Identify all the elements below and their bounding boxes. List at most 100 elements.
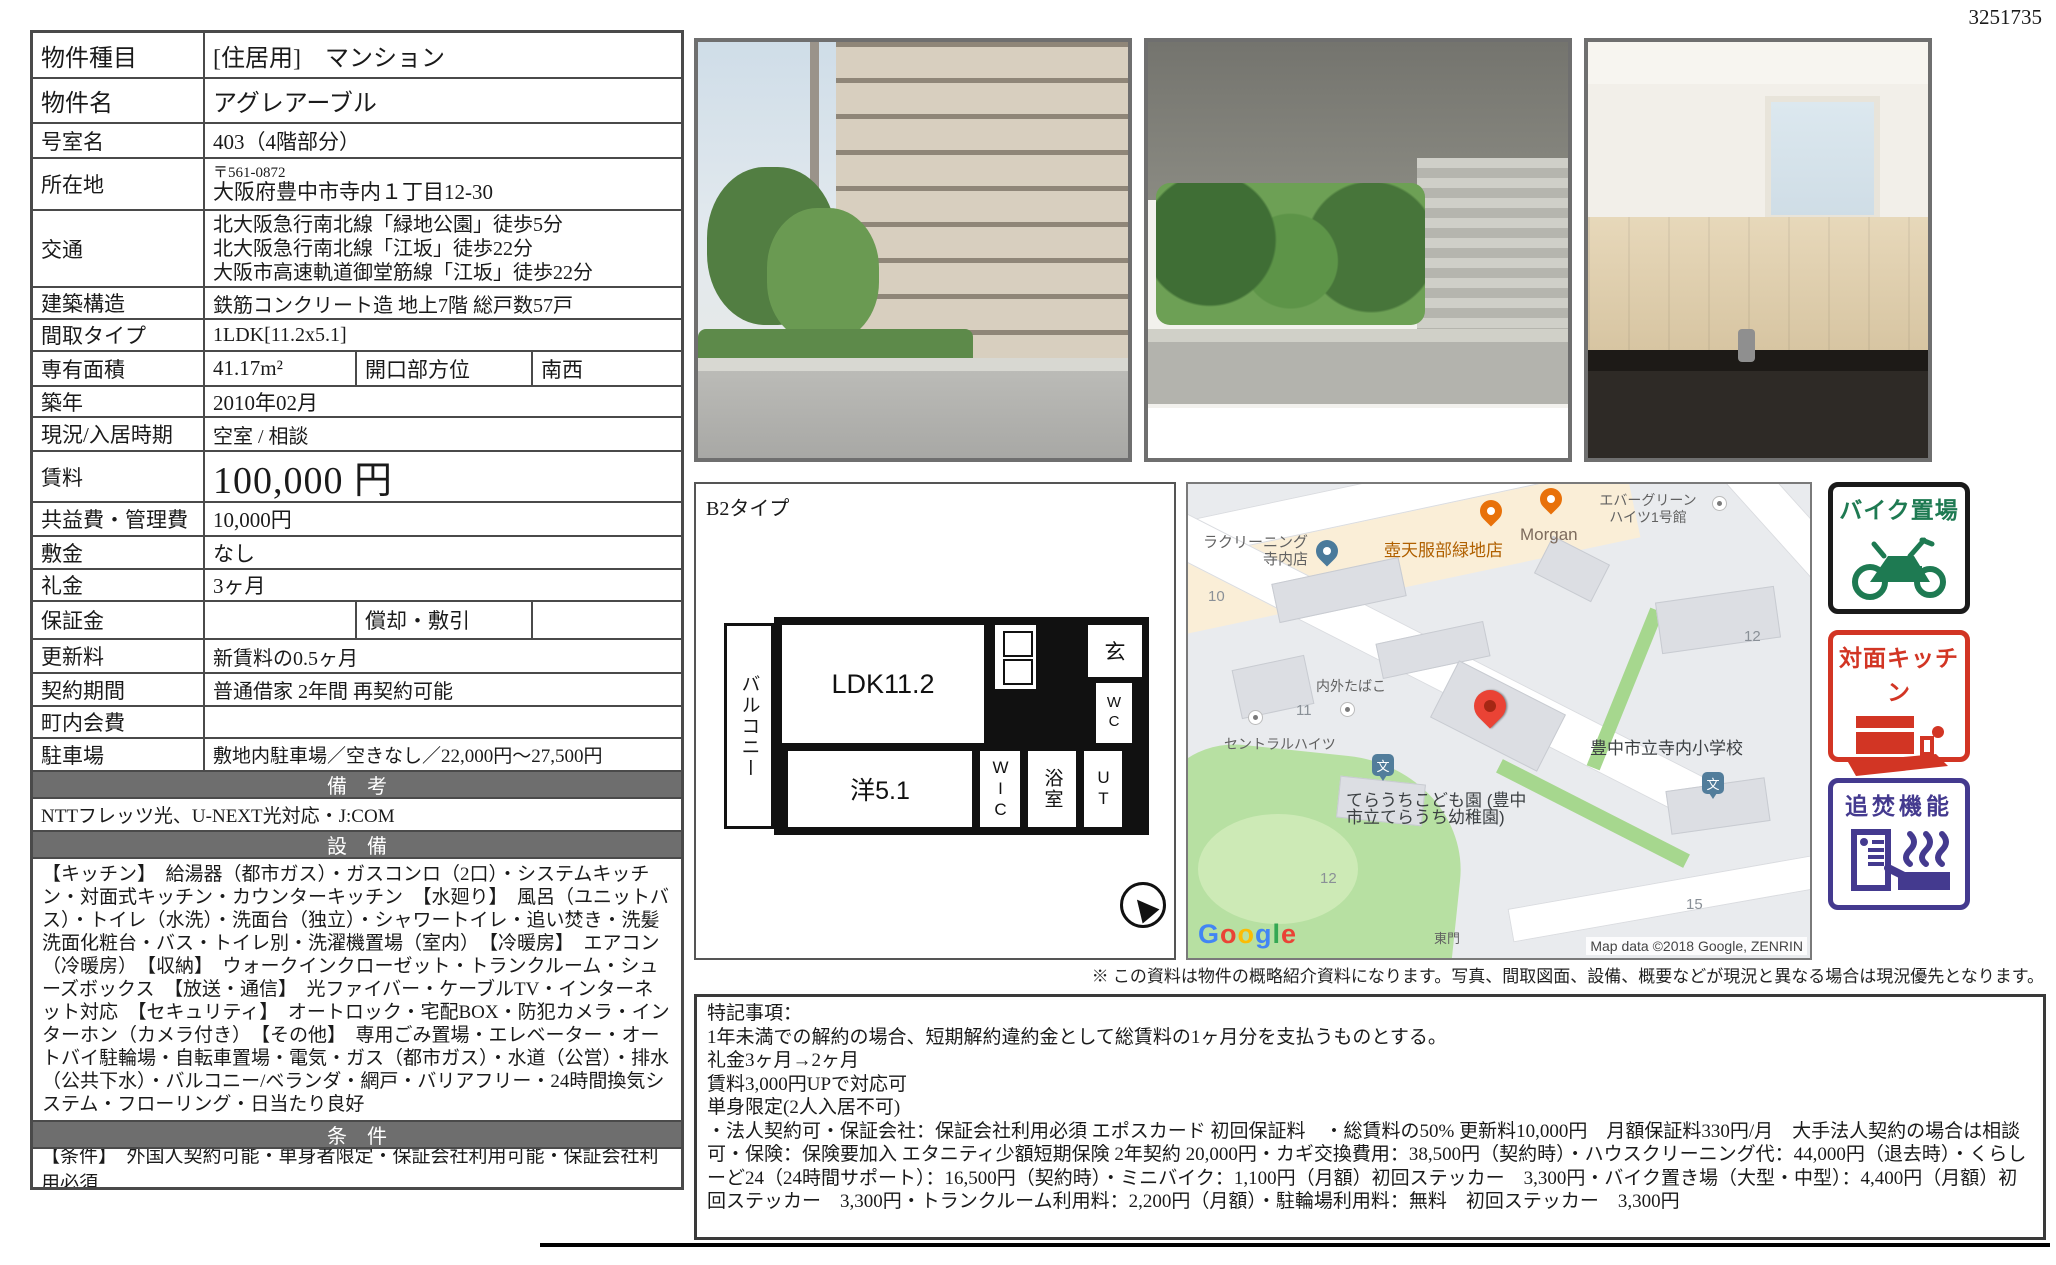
map-block-number: 12 [1320,870,1337,887]
badge-label: 対面キッチン [1833,639,1965,707]
map-park-field [1198,814,1358,924]
photo-entrance [1144,38,1572,462]
badge-reheating-bath: 追焚機能 [1828,778,1970,910]
water-heater-icon [1844,823,1954,903]
special-notes-line: 単身限定(2人入居不可) [707,1096,2033,1120]
map-pin-central-heights [1248,710,1263,725]
map-pin-elementary-school: 文 [1702,772,1724,794]
access-line: 北大阪急行南北線「緑地公園」徒歩5分 [213,213,563,237]
row-value: [住居用] マンション [205,33,681,77]
row-label: 物件名 [33,79,205,122]
room-ldk: LDK11.2 [782,625,984,743]
row-value: 新賃料の0.5ヶ月 [205,640,681,672]
row-label: 号室名 [33,124,205,157]
special-notes-line: ・法人契約可・保証会社：保証会社利用必須 エポスカード 初回保証料 ・総賃料の5… [707,1120,2033,1214]
map-label-elementary-school: 豊中市立寺内小学校 [1590,740,1743,757]
row-value [205,707,681,737]
rent-amount: 100,000 円 [205,452,681,501]
equipment-row: 【キッチン】 給湯器（都市ガス）・ガスコンロ（2口）・システムキッチン・対面式キ… [33,859,681,1122]
table-row-built-year: 築年 2010年02月 [33,387,681,418]
row-value: 403（4階部分） [205,124,681,157]
map-label-evergreen-heights: エバーグリーン ハイツ1号館 [1588,492,1708,526]
row-value: 〒561-0872 大阪府豊中市寺内１丁目12-30 [205,159,681,209]
badge-counter-kitchen: 対面キッチン [1828,630,1970,762]
table-row-status: 現況/入居時期 空室 / 相談 [33,418,681,452]
conditions-text: 【条件】 外国人契約可能・単身者限定・保証会社利用可能・保証会社利用必須 [33,1149,681,1187]
equipment-text: 【キッチン】 給湯器（都市ガス）・ガスコンロ（2口）・システムキッチン・対面式キ… [33,859,681,1120]
map-pin-evergreen [1712,496,1727,511]
remarks-text: NTTフレッツ光、U-NEXT光対応・J:COM [33,799,681,830]
postal-code: 〒561-0872 [213,165,286,181]
property-table: 物件種目 [住居用] マンション 物件名 アグレアーブル 号室名 403（4階部… [30,30,684,1190]
google-letter: l [1273,919,1282,949]
row-value: 普通借家 2年間 再契約可能 [205,674,681,705]
map-label-kindergarten: てらうちこども園 (豊中 市立てらうち幼稚園) [1346,792,1526,826]
row-label: 共益費・管理費 [33,503,205,535]
table-row-key-money: 礼金 3ヶ月 [33,570,681,602]
row-label: 敷金 [33,537,205,568]
row-label: 建築構造 [33,288,205,318]
row-label: 保証金 [33,602,205,638]
kitchen-icon [1844,709,1954,789]
google-letter: g [1255,919,1273,949]
row-value: 鉄筋コンクリート造 地上7階 総戸数57戸 [205,288,681,318]
row-label: 専有面積 [33,352,205,385]
row-value: 北大阪急行南北線「緑地公園」徒歩5分 北大阪急行南北線「江坂」徒歩22分 大阪市… [205,211,681,286]
map-block-number: 10 [1208,588,1225,605]
room-wc-label: WC [1106,694,1123,732]
row-label: 礼金 [33,570,205,600]
floorplan-type-label: B2タイプ [706,492,789,521]
row-label: 築年 [33,387,205,416]
row-value: 41.17m² [205,352,357,385]
document-number: 3251735 [1969,5,2043,30]
table-row-common-fee: 共益費・管理費 10,000円 [33,503,681,537]
table-row-parking: 駐車場 敷地内駐車場／空きなし／22,000円～27,500円 [33,739,681,772]
table-row-property-type: 物件種目 [住居用] マンション [33,33,681,79]
row-label: 賃料 [33,452,205,501]
map-label-central-heights: セントラルハイツ [1224,736,1336,753]
map-pin-kindergarten: 文 [1372,754,1394,776]
row-value: なし [205,537,681,568]
photo-interior [1584,38,1932,462]
table-row-structure: 建築構造 鉄筋コンクリート造 地上7階 総戸数57戸 [33,288,681,320]
unit-outline: LDK11.2 洋5.1 WIC 浴室 UT 玄 WC [774,617,1149,835]
google-letter: o [1238,919,1256,949]
google-letter: G [1198,919,1220,949]
section-header-equipment: 設 備 [33,832,681,859]
row-label: 物件種目 [33,33,205,77]
photo-building-exterior [694,38,1132,462]
table-row-renewal-fee: 更新料 新賃料の0.5ヶ月 [33,640,681,674]
address-text: 大阪府豊中市寺内１丁目12-30 [213,181,493,204]
row-label-2: 償却・敷引 [357,602,533,638]
kitchen-counter [992,625,1036,689]
room-wic-label: WIC [990,758,1010,821]
section-header-conditions: 条 件 [33,1122,681,1149]
special-notes-line: 賃料3,000円UPで対応可 [707,1073,2033,1097]
table-row-address: 所在地 〒561-0872 大阪府豊中市寺内１丁目12-30 [33,159,681,211]
row-label: 契約期間 [33,674,205,705]
table-row-rent: 賃料 100,000 円 [33,452,681,503]
special-notes-line: 特記事項： [707,1002,2033,1026]
room-bedroom-label: 洋5.1 [850,771,910,807]
compass-icon [1120,882,1166,928]
row-value [205,602,357,638]
bottom-border-rule [540,1243,2050,1247]
badge-bike-parking: バイク置場 [1828,482,1970,614]
floorplan-drawing: バルコニー LDK11.2 洋5.1 WIC 浴室 UT 玄 WC [724,617,1149,835]
room-bath: 浴室 [1028,751,1076,827]
map-road [1508,852,1812,943]
map-block-number: 11 [1296,702,1312,719]
google-letter: o [1220,919,1238,949]
row-label: 更新料 [33,640,205,672]
row-value: 敷地内駐車場／空きなし／22,000円～27,500円 [205,739,681,770]
table-row-security-deposit: 保証金 償却・敷引 [33,602,681,640]
row-value-2: 南西 [533,352,681,385]
section-header-remarks: 備 考 [33,772,681,799]
map-building [1655,586,1781,654]
school-glyph: 文 [1376,756,1389,775]
balcony-area: バルコニー [724,623,774,829]
row-label-2: 開口部方位 [357,352,533,385]
room-ut-label: UT [1093,768,1113,810]
table-row-property-name: 物件名 アグレアーブル [33,79,681,124]
map-disclaimer: ※ この資料は物件の概略紹介資料になります。写真、間取図面、設備、概要などが現況… [1092,962,2044,987]
